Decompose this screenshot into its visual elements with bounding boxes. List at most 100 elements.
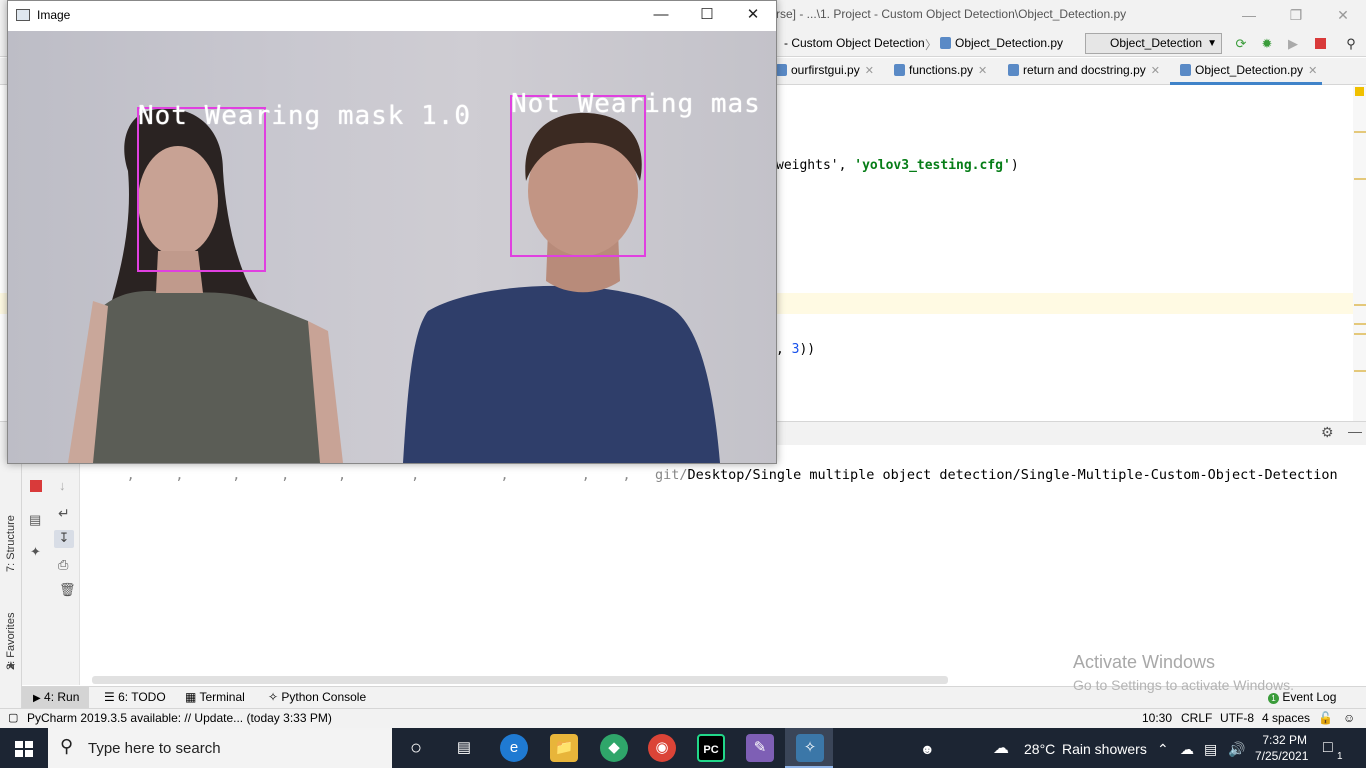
tab-label: Terminal	[199, 690, 245, 704]
file-encoding[interactable]: UTF-8	[1220, 711, 1254, 725]
console-horizontal-scrollbar[interactable]	[92, 676, 948, 684]
status-icon[interactable]: ▢	[8, 711, 18, 724]
run-tool-tab[interactable]: ▶ 4: Run	[33, 690, 79, 704]
code-line[interactable]: weights', 'yolov3_testing.cfg')	[776, 158, 1019, 173]
cloud-rain-icon[interactable]: ☁	[993, 738, 1009, 758]
rerun-icon[interactable]: ⟳	[1233, 36, 1249, 52]
console-path: Desktop/Single multiple object detection…	[687, 467, 1338, 483]
system-clock[interactable]: 7:32 PM 7/25/2021	[1225, 732, 1308, 764]
scroll-marker	[1354, 178, 1366, 180]
weather-condition[interactable]: Rain showers	[1062, 741, 1147, 757]
close-icon[interactable]: ✕	[978, 65, 987, 77]
line-separator[interactable]: CRLF	[1181, 711, 1212, 725]
edge-icon[interactable]: e	[500, 734, 528, 762]
breadcrumb-project[interactable]: - Custom Object Detection	[784, 36, 925, 50]
minimize-button[interactable]: —	[646, 4, 676, 26]
arrow-down-icon[interactable]: ↓	[59, 478, 66, 493]
android-studio-icon[interactable]: ◆	[600, 734, 628, 762]
scroll-marker	[1354, 370, 1366, 372]
tab-label: functions.py	[909, 63, 974, 77]
python-file-icon	[1008, 64, 1019, 76]
weather-temperature[interactable]: 28°C	[1024, 741, 1055, 757]
detection-box	[137, 107, 266, 272]
chrome-icon[interactable]: ◉	[648, 734, 676, 762]
debug-icon[interactable]: ✹	[1259, 36, 1275, 52]
hide-panel-icon[interactable]: —	[1348, 423, 1362, 439]
search-placeholder: Type here to search	[88, 740, 221, 757]
inspector-icon[interactable]: ☺	[1343, 711, 1355, 725]
task-view-icon[interactable]: ▤	[450, 734, 478, 762]
maximize-button[interactable]: ☐	[692, 4, 722, 26]
stop-icon[interactable]	[1312, 36, 1328, 52]
stop-icon[interactable]	[30, 480, 42, 492]
pin-icon[interactable]: ✦	[30, 544, 41, 560]
people-icon[interactable]: ☻	[920, 741, 935, 757]
run-config-label: Object_Detection	[1110, 36, 1203, 50]
man-shirt	[403, 285, 720, 463]
chevron-up-icon[interactable]: ⌃	[1157, 741, 1169, 758]
python-console-tool-tab[interactable]: ✧ Python Console	[268, 690, 366, 704]
breadcrumb-file-label: Object_Detection.py	[955, 36, 1064, 50]
indent-setting[interactable]: 4 spaces	[1262, 711, 1310, 725]
network-icon[interactable]: ▤	[1204, 741, 1217, 758]
paint-icon[interactable]: ✎	[746, 734, 774, 762]
tab-label: return and docstring.py	[1023, 63, 1146, 77]
code-token: )	[1010, 158, 1019, 173]
breadcrumb-separator: 〉	[925, 38, 938, 52]
code-string: 'yolov3_testing.cfg'	[854, 158, 1011, 173]
run-configuration-select[interactable]: Object_Detection ▼	[1085, 33, 1222, 54]
gear-icon[interactable]: ⚙	[1321, 424, 1334, 441]
caret-position[interactable]: 10:30	[1142, 711, 1172, 725]
close-button[interactable]: ✕	[738, 4, 768, 26]
camera-frame: Not Wearing mask 1.0 Not Wearing mas	[8, 31, 776, 463]
tab-functions[interactable]: functions.py ✕	[894, 63, 987, 77]
woman-top	[88, 290, 328, 463]
notification-icon[interactable]: □	[1323, 739, 1333, 757]
update-notice[interactable]: PyCharm 2019.3.5 available: // Update...…	[27, 711, 332, 725]
scroll-marker	[1354, 333, 1366, 335]
maximize-button[interactable]: ❐	[1281, 5, 1311, 25]
trash-icon[interactable]: 🗑	[59, 582, 76, 598]
detection-label: Not Wearing mas	[511, 89, 761, 119]
tab-label: Python Console	[281, 690, 367, 704]
print-icon[interactable]: ⎙	[58, 557, 68, 573]
python-icon[interactable]: ✧	[796, 734, 824, 762]
star-icon: ★	[6, 660, 16, 672]
file-explorer-icon[interactable]: 📁	[550, 734, 578, 762]
python-file-icon	[894, 64, 905, 76]
structure-tool-tab[interactable]: 7: Structure	[5, 515, 17, 572]
scroll-marker	[1354, 323, 1366, 325]
soft-wrap-icon[interactable]: ↵	[58, 505, 70, 522]
tab-object-detection[interactable]: Object_Detection.py ✕	[1180, 63, 1317, 77]
breadcrumb-file[interactable]: Object_Detection.py	[940, 36, 1063, 50]
windows-logo-icon	[15, 741, 33, 757]
scroll-to-end-icon[interactable]: ↧	[54, 530, 74, 548]
terminal-tool-tab[interactable]: ▦ Terminal	[185, 690, 245, 704]
tab-return-and-docstring[interactable]: return and docstring.py ✕	[1008, 63, 1160, 77]
close-icon[interactable]: ✕	[865, 65, 874, 77]
tab-label: ourfirstgui.py	[791, 63, 860, 77]
active-tab-indicator	[1170, 82, 1322, 85]
todo-tool-tab[interactable]: ☰ 6: TODO	[104, 690, 166, 704]
start-button[interactable]	[0, 728, 48, 768]
minimize-button[interactable]: —	[1234, 5, 1264, 25]
code-line[interactable]: , 3))	[776, 342, 815, 357]
clock-time: 7:32 PM	[1262, 733, 1308, 747]
tab-ourfirstgui[interactable]: ourfirstgui.py ✕	[776, 63, 874, 77]
close-icon[interactable]: ✕	[1308, 65, 1317, 77]
image-window-title: Image	[37, 8, 71, 22]
warning-indicator-icon[interactable]	[1355, 87, 1364, 96]
tab-label: 6: TODO	[118, 690, 166, 704]
close-icon[interactable]: ✕	[1151, 65, 1160, 77]
close-button[interactable]: ✕	[1328, 5, 1358, 25]
cortana-icon[interactable]: ○	[402, 734, 430, 762]
detection-label: Not Wearing mask 1.0	[138, 101, 472, 131]
python-file-icon	[776, 64, 787, 76]
coverage-icon[interactable]: ▶	[1285, 36, 1301, 52]
tab-label: Object_Detection.py	[1195, 63, 1304, 77]
onedrive-icon[interactable]: ☁	[1180, 741, 1194, 758]
search-icon[interactable]: ⚲	[1343, 36, 1359, 52]
pycharm-icon[interactable]: PC	[697, 734, 725, 762]
layout-icon[interactable]: ▤	[29, 512, 41, 528]
lock-icon[interactable]: 🔓	[1318, 711, 1333, 725]
